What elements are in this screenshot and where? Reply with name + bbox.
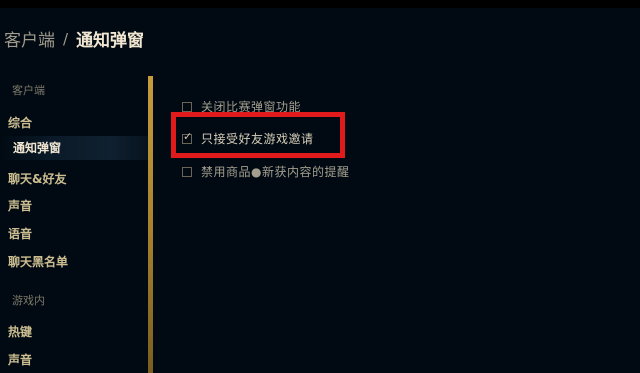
breadcrumb-parent[interactable]: 客户端 (4, 26, 55, 51)
sidebar-item-voice[interactable]: 语音 (8, 225, 32, 242)
breadcrumb-separator: / (63, 29, 69, 48)
settings-sidebar: 客户端 综合 通知弹窗 聊天&好友 声音 语音 聊天黑名单 游戏内 热键 声音 (0, 72, 152, 373)
sidebar-item-sound[interactable]: 声音 (8, 197, 32, 214)
checkmark-icon: ✓ (183, 129, 193, 143)
checkbox[interactable] (182, 166, 192, 177)
checkbox[interactable]: ✓ (182, 130, 192, 144)
sidebar-item-ingame-sound[interactable]: 声音 (8, 351, 32, 368)
section-header-ingame: 游戏内 (12, 294, 45, 307)
section-header-client: 客户端 (12, 84, 45, 97)
sidebar-divider (148, 76, 153, 373)
top-bar (0, 0, 640, 8)
option-disable-store-reminder[interactable]: 禁用商品●新获内容的提醒 (182, 163, 349, 180)
sidebar-item-notifications[interactable]: 通知弹窗 (0, 136, 148, 160)
option-label: 关闭比赛弹窗功能 (201, 100, 302, 114)
breadcrumb: 客户端 / 通知弹窗 (4, 26, 145, 52)
sidebar-item-chat-blacklist[interactable]: 聊天黑名单 (8, 253, 68, 270)
sidebar-item-chat-friends[interactable]: 聊天&好友 (8, 170, 66, 187)
option-label: 禁用商品●新获内容的提醒 (201, 165, 350, 179)
page-title: 通知弹窗 (76, 31, 145, 51)
sidebar-item-general[interactable]: 综合 (8, 114, 32, 131)
option-label: 只接受好友游戏邀请 (201, 132, 314, 146)
option-disable-match-popup[interactable]: 关闭比赛弹窗功能 (182, 98, 301, 115)
checkbox[interactable] (182, 101, 192, 112)
sidebar-item-hotkeys[interactable]: 热键 (8, 323, 32, 340)
option-friends-only-invites[interactable]: ✓ 只接受好友游戏邀请 (182, 130, 314, 147)
